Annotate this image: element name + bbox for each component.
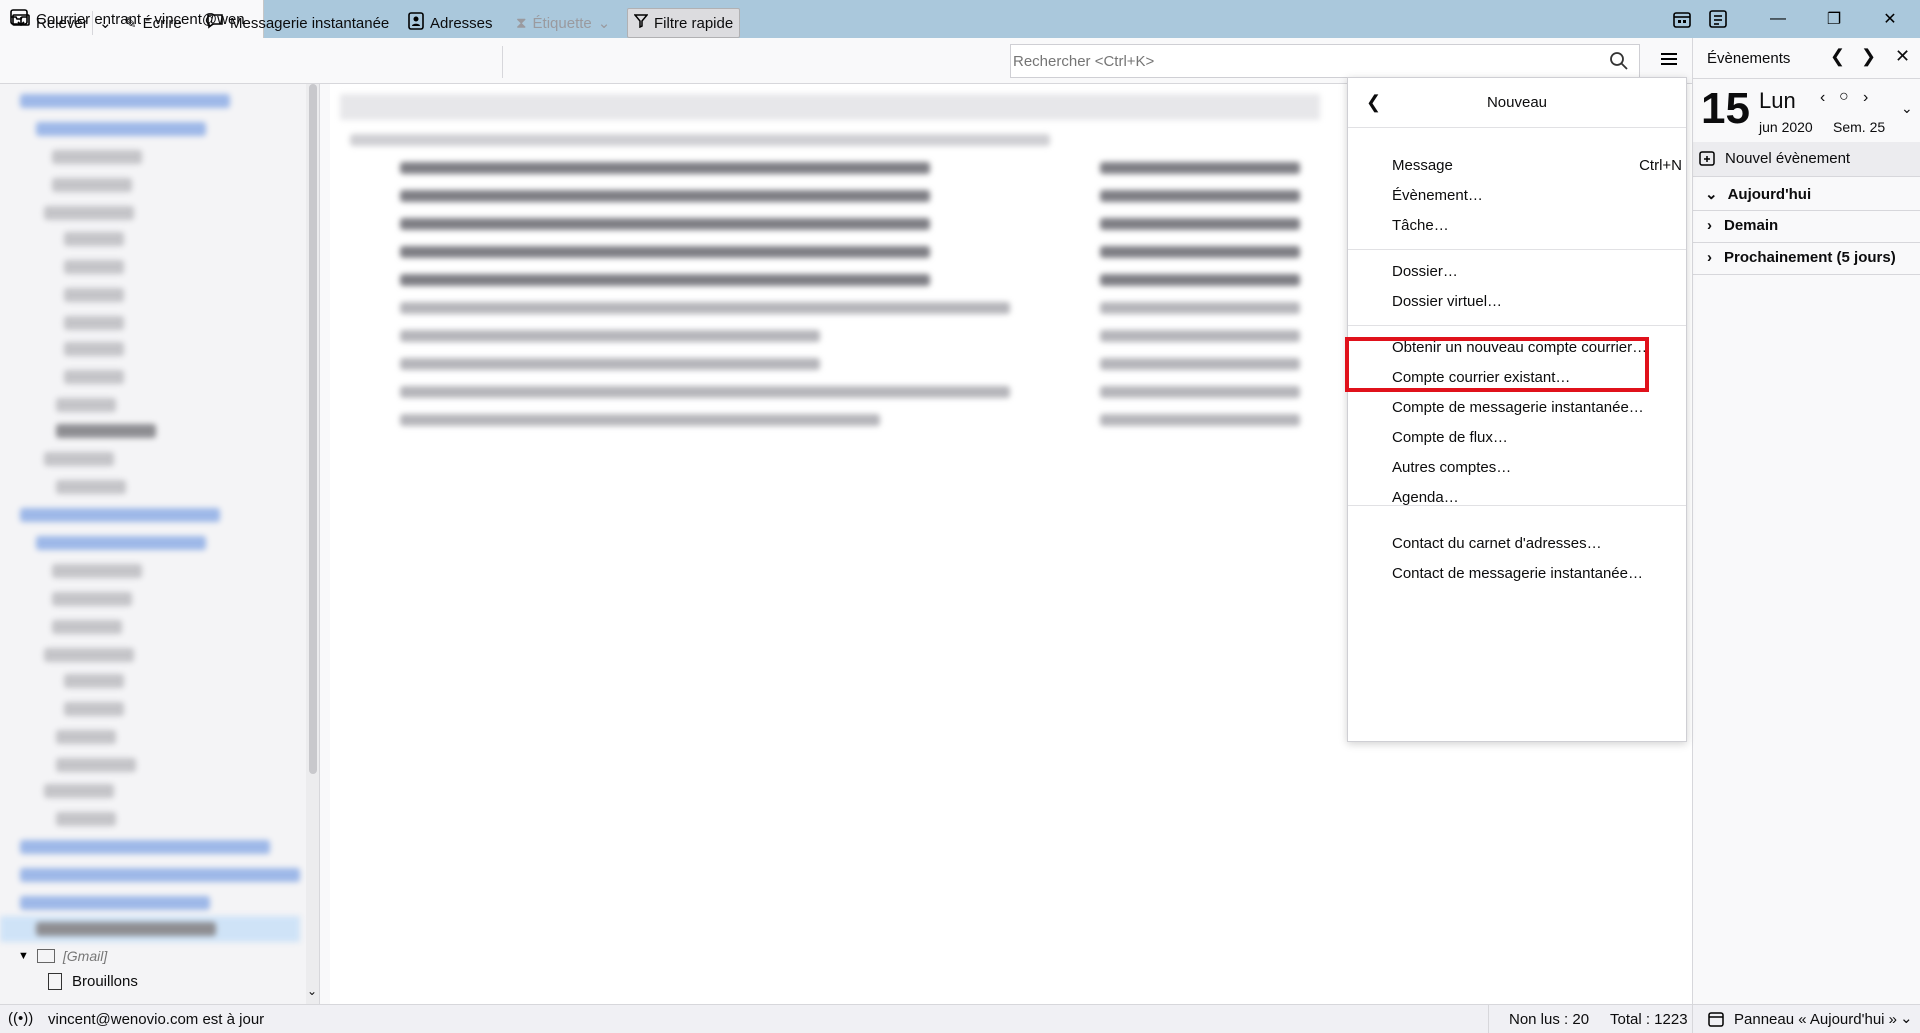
unread-count: Non lus : 20 <box>1509 1011 1590 1028</box>
address-book-label: Adresses <box>430 14 493 32</box>
chevron-right-icon: › <box>1707 217 1712 234</box>
address-book-button[interactable]: Adresses <box>402 8 499 38</box>
quick-filter-label: Filtre rapide <box>654 14 734 32</box>
menu-item-feed-account[interactable]: Compte de flux… <box>1392 423 1672 451</box>
menu-item-shortcut: Ctrl+N <box>1639 156 1682 174</box>
download-icon <box>12 13 30 33</box>
account-status: vincent@wenovio.com est à jour <box>48 1011 265 1028</box>
chevron-down-icon: ▼ <box>18 950 29 962</box>
today-pane: Évènements ❮ ❯ ✕ 15 Lun ‹ ○ › jun 2020 S… <box>1692 38 1920 1004</box>
menu-item-calendar[interactable]: Agenda… <box>1392 483 1672 511</box>
menu-header: ❮ Nouveau <box>1348 78 1686 128</box>
chevron-down-icon: ⌄ <box>597 15 611 32</box>
menu-item-other-accounts[interactable]: Autres comptes… <box>1392 453 1672 481</box>
hamburger-icon <box>1660 52 1678 70</box>
tasks-icon[interactable] <box>1690 0 1746 38</box>
menu-separator <box>1348 325 1686 326</box>
pencil-icon: ✎ <box>124 15 137 32</box>
folder-scrollbar[interactable]: ⌄ <box>306 84 319 1004</box>
menu-title: Nouveau <box>1486 94 1548 111</box>
menu-item-message[interactable]: Message Ctrl+N <box>1392 151 1682 179</box>
menu-item-task[interactable]: Tâche… <box>1392 211 1672 239</box>
chat-button[interactable]: Messagerie instantanée <box>200 8 395 38</box>
quick-filter-button[interactable]: Filtre rapide <box>627 8 741 38</box>
blurred-message-list <box>330 84 1320 444</box>
online-status-icon[interactable]: ((•)) <box>8 1010 33 1027</box>
chevron-down-icon[interactable]: ⌄ <box>1900 1009 1913 1027</box>
section-today[interactable]: ⌄ Aujourd'hui <box>1705 185 1811 203</box>
menu-item-folder[interactable]: Dossier… <box>1392 257 1672 285</box>
drafts-icon <box>48 973 62 990</box>
address-book-icon <box>408 12 424 34</box>
search-input[interactable] <box>1013 52 1593 70</box>
week-number: Sem. 25 <box>1833 119 1886 135</box>
filter-icon <box>633 14 649 32</box>
write-label: Écrire <box>142 14 182 32</box>
chevron-down-icon: ⌄ <box>307 984 318 998</box>
section-tomorrow[interactable]: › Demain <box>1707 217 1778 234</box>
total-count: Total : 1223 <box>1610 1011 1688 1028</box>
menu-separator <box>1348 249 1686 250</box>
new-event-label: Nouvel évènement <box>1725 150 1851 167</box>
menu-separator <box>1348 505 1686 506</box>
close-icon[interactable]: ✕ <box>1895 46 1910 67</box>
get-mail-button[interactable]: Relever <box>6 8 94 38</box>
today-pane-toggle[interactable]: Panneau « Aujourd'hui » <box>1734 1011 1897 1028</box>
previous-icon[interactable]: ❮ <box>1830 46 1845 67</box>
chat-label: Messagerie instantanée <box>230 14 390 32</box>
search-box[interactable] <box>1010 44 1640 78</box>
tag-icon: ⧗ <box>516 14 527 32</box>
folder-pane: ▼ [Gmail] Brouillons ⌄ <box>0 84 320 1004</box>
close-window-button[interactable]: ✕ <box>1862 0 1918 38</box>
status-bar: ((•)) vincent@wenovio.com est à jour Non… <box>0 1004 1920 1033</box>
restore-button[interactable]: ❐ <box>1806 0 1862 38</box>
get-mail-label: Relever <box>36 14 88 32</box>
next-day-icon[interactable]: › <box>1863 89 1868 107</box>
previous-day-icon[interactable]: ‹ <box>1820 89 1825 107</box>
new-event-button[interactable]: Nouvel évènement <box>1693 142 1920 176</box>
month-year: jun 2020 <box>1759 119 1813 135</box>
folder-gmail[interactable]: ▼ [Gmail] <box>18 948 107 964</box>
write-button[interactable]: ✎ Écrire <box>118 8 188 38</box>
weekday: Lun <box>1759 88 1796 113</box>
chevron-down-icon: ⌄ <box>99 15 112 32</box>
section-label: Demain <box>1724 217 1779 234</box>
hamburger-menu-button[interactable] <box>1654 46 1684 76</box>
chevron-right-icon: › <box>1707 249 1712 266</box>
folder-icon <box>36 949 55 963</box>
calendar-icon <box>1708 1011 1724 1031</box>
menu-item-event[interactable]: Évènement… <box>1392 181 1672 209</box>
menu-item-label: Message <box>1392 156 1453 174</box>
blurred-folder-tree <box>0 84 319 944</box>
folder-label: [Gmail] <box>62 948 108 964</box>
section-label: Prochainement (5 jours) <box>1724 249 1896 266</box>
chevron-down-icon[interactable]: ⌄ <box>1901 100 1913 117</box>
toolbar-divider <box>502 46 503 78</box>
chevron-down-icon: ⌄ <box>1705 186 1718 203</box>
next-icon[interactable]: ❯ <box>1861 46 1876 67</box>
today-circle-icon[interactable]: ○ <box>1839 88 1849 106</box>
calendar-add-icon <box>1699 150 1715 170</box>
chat-bubble-icon <box>206 13 224 33</box>
tag-label: Étiquette <box>532 14 592 32</box>
day-number: 15 <box>1701 84 1750 133</box>
menu-item-address-book-contact[interactable]: Contact du carnet d'adresses… <box>1392 529 1672 557</box>
menu-item-chat-contact[interactable]: Contact de messagerie instantanée… <box>1392 559 1672 587</box>
section-upcoming[interactable]: › Prochainement (5 jours) <box>1707 249 1896 266</box>
highlight-box <box>1345 337 1649 392</box>
today-pane-title: Évènements <box>1707 50 1791 67</box>
folder-brouillons[interactable]: Brouillons <box>48 973 138 990</box>
app-menu-panel: ❮ Nouveau Message Ctrl+N Évènement… Tâch… <box>1347 77 1687 742</box>
menu-item-chat-account[interactable]: Compte de messagerie instantanée… <box>1392 393 1672 421</box>
tag-button[interactable]: ⧗ Étiquette ⌄ <box>510 8 616 38</box>
minimize-button[interactable]: — <box>1750 0 1806 38</box>
section-label: Aujourd'hui <box>1727 186 1812 203</box>
menu-item-virtual-folder[interactable]: Dossier virtuel… <box>1392 287 1672 315</box>
get-mail-dropdown[interactable]: ⌄ <box>92 11 118 35</box>
folder-label: Brouillons <box>72 973 138 990</box>
search-icon[interactable] <box>1609 51 1629 75</box>
